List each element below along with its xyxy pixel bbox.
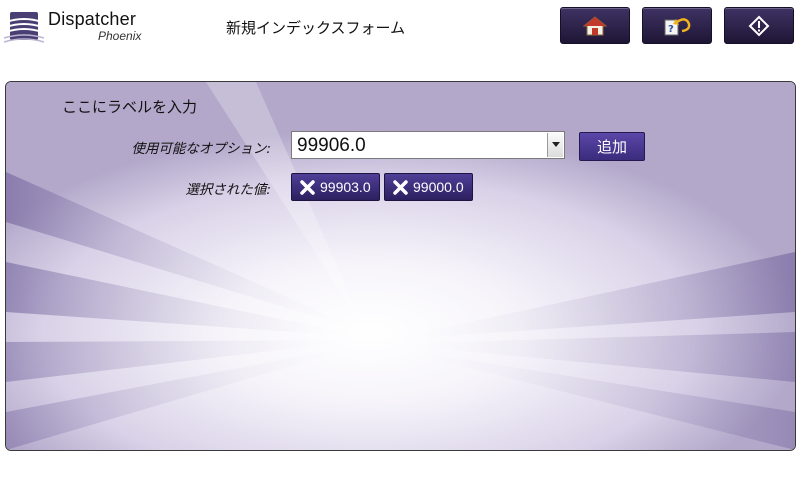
info-button[interactable]: [724, 7, 794, 44]
available-options-select[interactable]: 99906.0: [291, 131, 565, 159]
index-undo-icon: ?: [664, 17, 691, 35]
chip-label: 99903.0: [320, 179, 371, 195]
header: Dispatcher Phoenix 新規インデックスフォーム ?: [0, 0, 801, 52]
selected-value-chip[interactable]: 99903.0: [291, 173, 380, 201]
add-button[interactable]: 追加: [579, 132, 645, 161]
selected-option-value: 99906.0: [297, 135, 366, 156]
dispatcher-phoenix-logo: Dispatcher Phoenix: [4, 6, 154, 46]
form-label: ここにラベルを入力: [62, 98, 198, 116]
selected-values-label: 選択された値:: [185, 182, 271, 198]
logo-icon: [4, 12, 44, 43]
home-icon: [583, 15, 607, 35]
svg-text:?: ?: [668, 24, 674, 35]
index-undo-button[interactable]: ?: [642, 7, 712, 44]
dropdown-arrow-button[interactable]: [547, 133, 563, 157]
info-diamond-icon: [748, 15, 770, 36]
brand-subtitle: Phoenix: [98, 29, 142, 43]
brand-name: Dispatcher: [48, 9, 137, 29]
selected-value-chip[interactable]: 99000.0: [384, 173, 473, 201]
home-button[interactable]: [560, 7, 630, 44]
remove-icon[interactable]: [298, 178, 316, 196]
available-options-label: 使用可能なオプション:: [131, 141, 271, 157]
remove-icon[interactable]: [391, 178, 409, 196]
page-title: 新規インデックスフォーム: [226, 19, 406, 37]
index-form-panel: ここにラベルを入力 使用可能なオプション: 99906.0 追加 選択された値:…: [5, 81, 796, 451]
chip-label: 99000.0: [413, 179, 464, 195]
chevron-down-icon: [551, 142, 560, 147]
